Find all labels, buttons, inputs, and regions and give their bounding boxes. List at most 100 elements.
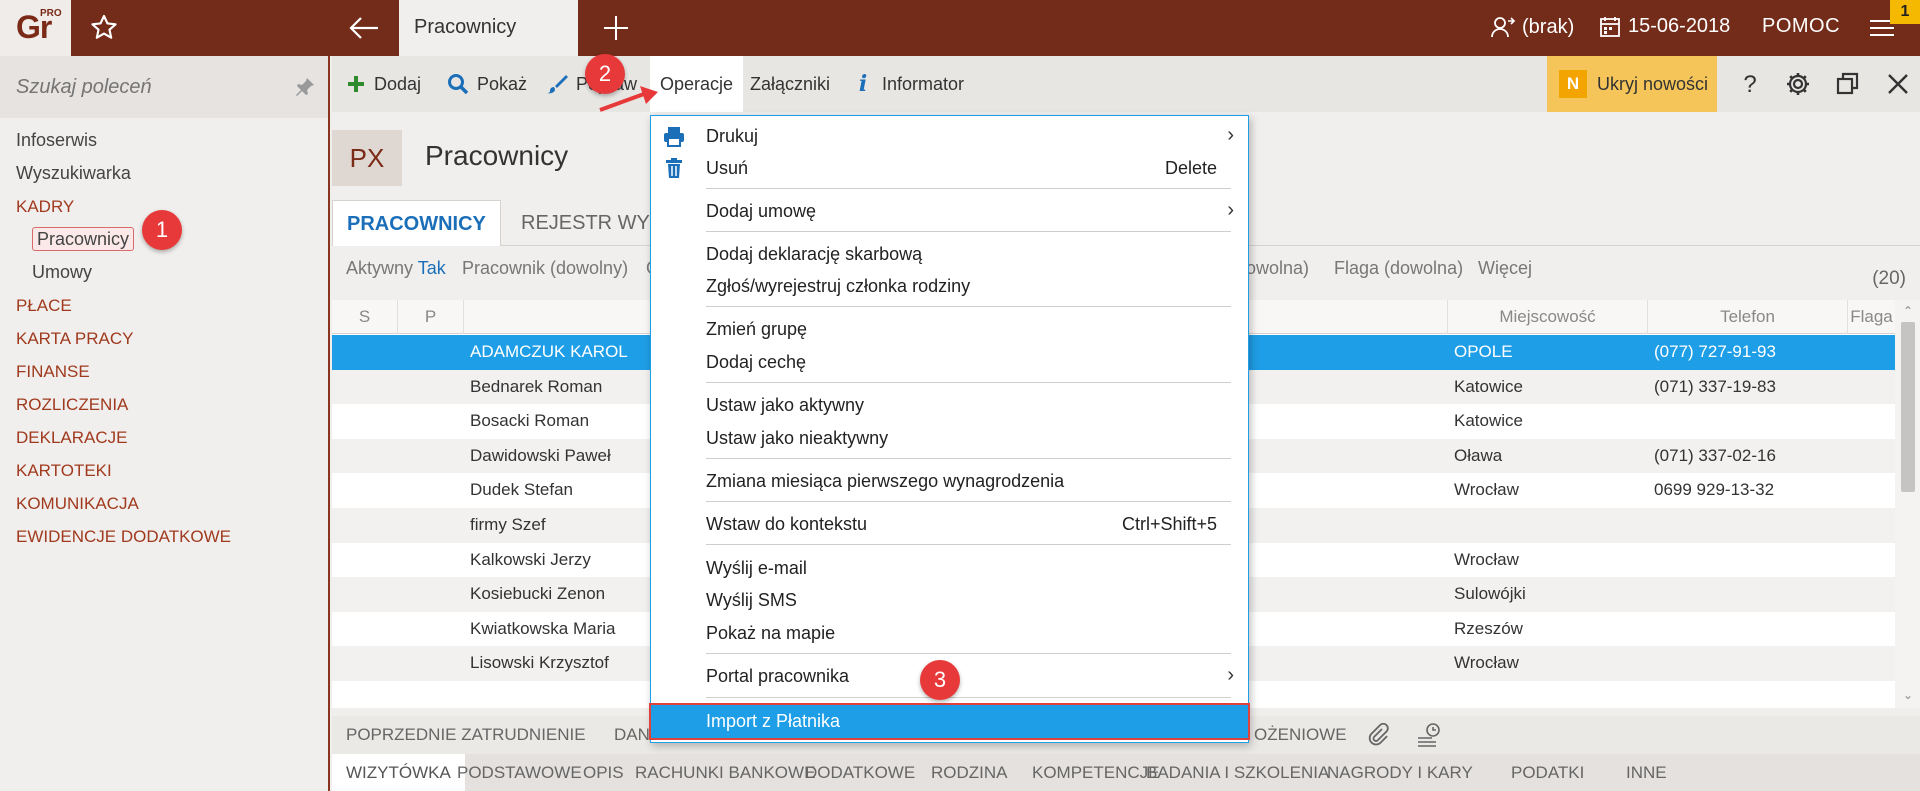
scroll-down-arrow-icon[interactable]: ⌄	[1901, 688, 1915, 702]
sidebar-item-label: Infoserwis	[16, 130, 98, 150]
menu-item-zgłoś-wyrejestruj-członka-rodziny[interactable]: Zgłoś/wyrejestruj członka rodziny	[651, 270, 1248, 303]
column-header-miejscowosc[interactable]: Miejscowość	[1448, 300, 1648, 334]
settings-gear-icon[interactable]	[1784, 70, 1812, 98]
tab-inne[interactable]: INNE	[1612, 754, 1681, 791]
user-selector[interactable]: (brak)	[1490, 15, 1574, 39]
new-tab-plus-icon[interactable]	[600, 12, 632, 44]
search-commands-input[interactable]	[16, 72, 286, 102]
cell-name: Kosiebucki Zenon	[470, 584, 606, 604]
sidebar-item-label: EWIDENCJE DODATKOWE	[16, 527, 232, 546]
restore-window-icon[interactable]	[1834, 70, 1862, 98]
sidebar-item-ewidencje-dodatkowe[interactable]: EWIDENCJE DODATKOWE	[16, 520, 316, 553]
menu-item-ustaw-jako-aktywny[interactable]: Ustaw jako aktywny	[651, 389, 1248, 422]
sidebar-item-wyszukiwarka[interactable]: Wyszukiwarka	[16, 157, 316, 190]
filter-flag[interactable]: Flaga (dowolna)	[1334, 258, 1463, 279]
trash-icon	[663, 157, 685, 179]
column-header-telefon[interactable]: Telefon	[1648, 300, 1848, 334]
menu-item-label: Portal pracownika	[706, 666, 850, 686]
cell-city: OPOLE	[1454, 342, 1513, 361]
tab-nagrody-i-kary[interactable]: NAGRODY I KARY	[1313, 754, 1487, 791]
menu-item-label: Zmiana miesiąca pierwszego wynagrodzenia	[706, 471, 1065, 491]
filter-active[interactable]: Aktywny Tak	[346, 258, 446, 279]
sidebar-item-finanse[interactable]: FINANSE	[16, 355, 316, 388]
sidebar-item-karta-pracy[interactable]: KARTA PRACY	[16, 322, 316, 355]
sidebar-item-płace[interactable]: PŁACE	[16, 289, 316, 322]
operations-menu-button[interactable]: Operacje	[650, 56, 744, 112]
sidebar-item-komunikacja[interactable]: KOMUNIKACJA	[16, 487, 316, 520]
favorite-star-icon[interactable]	[88, 12, 120, 44]
tab-pracownicy-list[interactable]: PRACOWNICY	[332, 200, 501, 246]
menu-item-pokaż-na-mapie[interactable]: Pokaż na mapie	[651, 617, 1248, 650]
help-question-icon[interactable]: ?	[1736, 70, 1764, 98]
cell-city: Rzeszów	[1454, 618, 1523, 638]
column-header-s[interactable]: S	[332, 300, 398, 334]
informator-button[interactable]: i Informator	[852, 56, 964, 112]
sidebar-item-rozliczenia[interactable]: ROZLICZENIA	[16, 388, 316, 421]
tab-dodatkowe[interactable]: DODATKOWE	[791, 754, 929, 791]
help-link[interactable]: POMOC	[1762, 15, 1840, 38]
user-switch-icon	[1491, 17, 1516, 38]
back-arrow-icon[interactable]	[346, 12, 382, 44]
pin-icon[interactable]	[294, 76, 316, 98]
paperclip-icon[interactable]	[1366, 722, 1390, 747]
menu-item-import-z-płatnika[interactable]: Import z Płatnika	[649, 703, 1250, 740]
menu-item-label: Import z Płatnika	[706, 711, 841, 731]
column-header-flaga[interactable]: Flaga	[1848, 300, 1895, 334]
filter-active-label: Aktywny	[346, 258, 414, 278]
date-selector[interactable]: 15-06-2018	[1600, 15, 1730, 38]
menu-item-wyślij-e-mail[interactable]: Wyślij e-mail	[651, 552, 1248, 585]
menu-item-zmień-grupę[interactable]: Zmień grupę	[651, 313, 1248, 346]
menu-separator	[706, 544, 1231, 545]
menu-item-label: Zmień grupę	[706, 319, 808, 339]
menu-separator	[706, 231, 1231, 232]
sidebar-item-kartoteki[interactable]: KARTOTEKI	[16, 454, 316, 487]
menu-item-wstaw-do-kontekstu[interactable]: Wstaw do kontekstu Ctrl+Shift+5	[651, 508, 1248, 541]
tab-poprzednie-zatrudnienie[interactable]: POPRZEDNIE ZATRUDNIENIE	[332, 716, 600, 753]
logo-pro-badge: PRO	[40, 8, 62, 19]
add-button[interactable]: Dodaj	[346, 56, 421, 112]
tab-ozeniowe-partial[interactable]: OŻENIOWE	[1240, 716, 1361, 753]
tab-rodzina[interactable]: RODZINA	[917, 754, 1022, 791]
menu-item-drukuj[interactable]: Drukuj ›	[651, 120, 1248, 153]
history-list-icon[interactable]	[1416, 721, 1444, 749]
annotation-marker-3: 3	[920, 660, 960, 700]
toolbar: Dodaj Pokaż Popraw Operacje Załączniki i…	[332, 56, 1920, 112]
sidebar-item-umowy[interactable]: Umowy	[16, 256, 316, 289]
scroll-thumb[interactable]	[1901, 322, 1915, 492]
menu-item-label: Wyślij e-mail	[706, 558, 807, 578]
menu-item-usuń[interactable]: Usuń Delete	[651, 152, 1248, 185]
detail-tabs-lower: WIZYTÓWKA PODSTAWOWE OPIS RACHUNKI BANKOWE D…	[332, 754, 1920, 791]
cell-name: firmy Szef	[470, 515, 546, 534]
show-button[interactable]: Pokaż	[447, 56, 527, 112]
attachments-button[interactable]: Załączniki	[750, 56, 830, 112]
menu-item-label: Ustaw jako nieaktywny	[706, 428, 889, 448]
menu-item-wyślij-sms[interactable]: Wyślij SMS	[651, 584, 1248, 617]
menu-item-dodaj-umowę[interactable]: Dodaj umowę ›	[651, 195, 1248, 228]
close-icon[interactable]	[1884, 70, 1912, 98]
annotation-arrow	[599, 86, 658, 112]
notification-badge[interactable]: 1	[1890, 0, 1920, 24]
show-label: Pokaż	[477, 73, 528, 94]
menu-item-dodaj-deklarację-skarbową[interactable]: Dodaj deklarację skarbową	[651, 238, 1248, 271]
printer-icon	[663, 125, 685, 147]
filter-employee[interactable]: Pracownik (dowolny)	[462, 258, 628, 279]
user-name: (brak)	[1522, 15, 1575, 38]
menu-item-ustaw-jako-nieaktywny[interactable]: Ustaw jako nieaktywny	[651, 422, 1248, 455]
filter-more[interactable]: Więcej	[1478, 258, 1532, 279]
app-logo[interactable]: Gr PRO	[0, 0, 71, 56]
tab-pracownicy[interactable]: Pracownicy	[399, 0, 578, 56]
sidebar-item-deklaracje[interactable]: DEKLARACJE	[16, 421, 316, 454]
menu-separator	[706, 306, 1231, 307]
tab-badania-i-szkolenia[interactable]: BADANIA I SZKOLENIA	[1132, 754, 1343, 791]
tab-podatki[interactable]: PODATKI	[1497, 754, 1598, 791]
tab-label: Pracownicy	[414, 16, 517, 38]
menu-item-zmiana-miesiąca-pierwszego-wynagrodzenia[interactable]: Zmiana miesiąca pierwszego wynagrodzenia	[651, 465, 1248, 498]
grid-scrollbar[interactable]: ⌃ ⌄	[1895, 300, 1920, 708]
module-badge: PX	[332, 130, 402, 186]
column-header-p[interactable]: P	[398, 300, 464, 334]
hide-news-button[interactable]: N Ukryj nowości	[1547, 56, 1717, 112]
sidebar-item-infoserwis[interactable]: Infoserwis	[16, 124, 316, 157]
hide-news-label: Ukryj nowości	[1597, 73, 1709, 94]
menu-item-dodaj-cechę[interactable]: Dodaj cechę	[651, 346, 1248, 379]
scroll-up-arrow-icon[interactable]: ⌃	[1901, 304, 1915, 318]
